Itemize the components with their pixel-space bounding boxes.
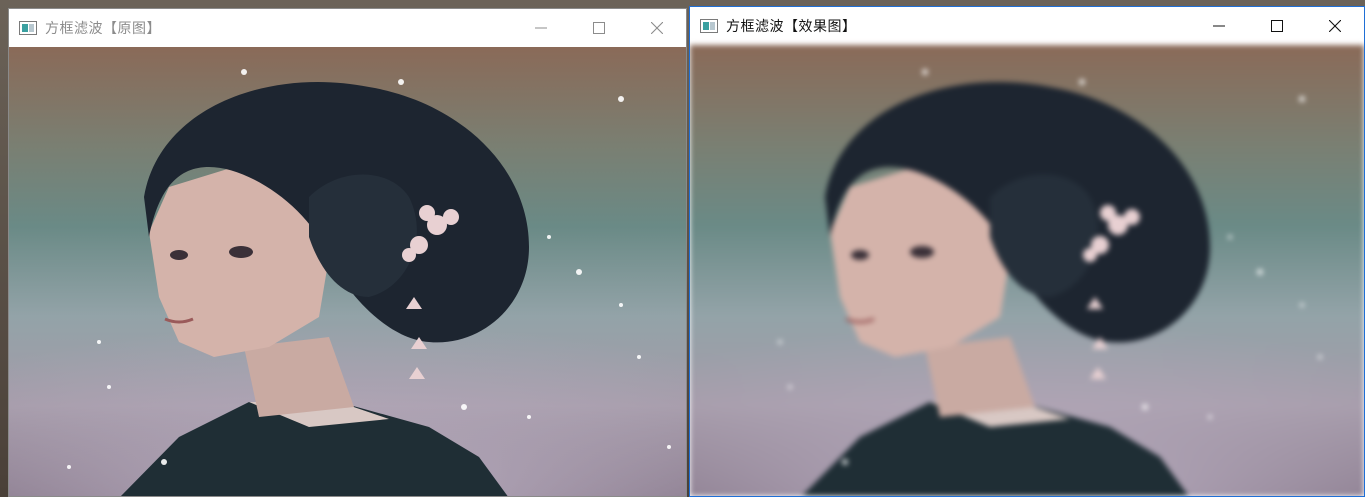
window-controls bbox=[512, 9, 686, 47]
desktop: 方框滤波【原图】 方框滤波【效果图】 bbox=[0, 0, 1365, 497]
image-canvas bbox=[690, 45, 1364, 496]
minimize-icon bbox=[1213, 25, 1225, 27]
close-icon bbox=[651, 22, 663, 34]
window-title: 方框滤波【原图】 bbox=[45, 21, 161, 37]
portrait-image bbox=[778, 69, 1322, 496]
titlebar[interactable]: 方框滤波【效果图】 bbox=[690, 7, 1364, 45]
close-button[interactable] bbox=[1306, 7, 1364, 45]
portrait-image bbox=[67, 69, 671, 496]
image-canvas bbox=[9, 47, 686, 496]
window-controls bbox=[1190, 7, 1364, 45]
window-title: 方框滤波【效果图】 bbox=[726, 19, 857, 35]
minimize-icon bbox=[535, 27, 547, 29]
filtered-image-window[interactable]: 方框滤波【效果图】 bbox=[689, 6, 1365, 497]
maximize-button[interactable] bbox=[570, 9, 628, 47]
maximize-icon bbox=[1271, 20, 1283, 32]
titlebar[interactable]: 方框滤波【原图】 bbox=[9, 9, 686, 47]
close-icon bbox=[1329, 20, 1341, 32]
minimize-button[interactable] bbox=[1190, 7, 1248, 45]
original-image-window[interactable]: 方框滤波【原图】 bbox=[8, 8, 687, 497]
app-icon bbox=[700, 19, 718, 33]
minimize-button[interactable] bbox=[512, 9, 570, 47]
app-icon bbox=[19, 21, 37, 35]
maximize-icon bbox=[593, 22, 605, 34]
close-button[interactable] bbox=[628, 9, 686, 47]
maximize-button[interactable] bbox=[1248, 7, 1306, 45]
